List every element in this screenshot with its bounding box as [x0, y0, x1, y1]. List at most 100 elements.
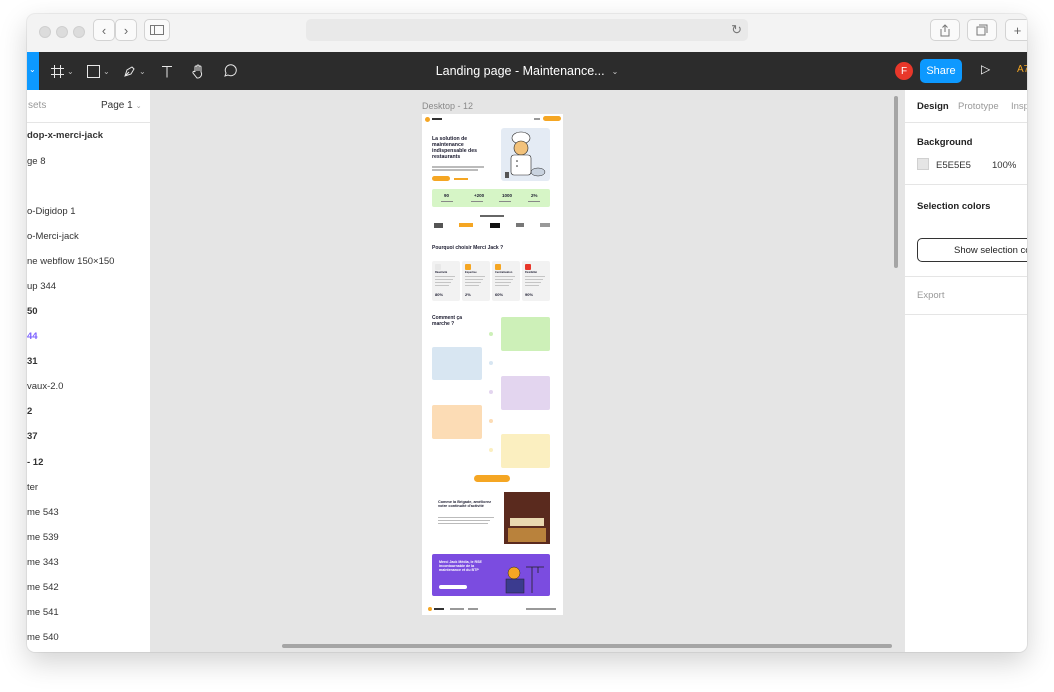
step-dot	[489, 332, 493, 336]
layer-item[interactable]: me 541	[27, 607, 59, 618]
layer-item[interactable]: me 542	[27, 582, 59, 593]
layer-item[interactable]: me 540	[27, 632, 59, 643]
feature-icon	[465, 264, 471, 270]
tabs-icon	[976, 24, 988, 36]
desktop-frame[interactable]: La solution de maintenance indispensable…	[422, 114, 563, 615]
selection-colors-title: Selection colors	[917, 201, 991, 212]
stat-label-line	[441, 201, 453, 203]
forward-button[interactable]: ›	[115, 19, 137, 41]
layer-item[interactable]: up 344	[27, 281, 56, 292]
layer-item[interactable]: 31	[27, 356, 38, 367]
layer-item[interactable]: me 543	[27, 507, 59, 518]
feature-card-title: Réactivité	[435, 271, 448, 274]
show-selection-colors-button[interactable]: Show selection co	[917, 238, 1027, 262]
layer-item[interactable]: ter	[27, 482, 38, 493]
feature-card-value: 80%	[435, 292, 444, 297]
frame-label[interactable]: Desktop - 12	[422, 101, 473, 111]
layer-item[interactable]: o-Merci-jack	[27, 231, 79, 242]
feature-card: Flexibilité 90%	[522, 261, 550, 301]
share-icon	[940, 23, 950, 36]
step-dot	[489, 361, 493, 365]
layer-item[interactable]: - 12	[27, 457, 43, 468]
chef-illustration	[505, 131, 546, 178]
comment-icon	[224, 64, 237, 77]
zoom-indicator[interactable]: A7	[1017, 64, 1027, 75]
layer-item[interactable]: me 539	[27, 532, 59, 543]
layer-item[interactable]: ne webflow 150×150	[27, 256, 114, 267]
layer-item[interactable]: ge 8	[27, 156, 46, 167]
minimize-window-button[interactable]	[56, 26, 68, 38]
hand-tool[interactable]	[191, 61, 205, 81]
vertical-scrollbar[interactable]	[894, 96, 898, 268]
tab-design[interactable]: Design	[917, 101, 949, 112]
tab-prototype[interactable]: Prototype	[958, 101, 999, 112]
present-button[interactable]: ▷	[981, 62, 990, 76]
horizontal-scrollbar[interactable]	[282, 644, 892, 648]
new-tab-button[interactable]: +	[1005, 19, 1027, 41]
step-card	[432, 405, 482, 439]
feature-text-line	[465, 279, 483, 280]
layer-item[interactable]: 50	[27, 306, 38, 317]
footer-logo	[428, 607, 432, 611]
hero-subtitle-line	[432, 169, 478, 171]
background-opacity-input[interactable]: 100%	[992, 160, 1016, 171]
main-menu-button[interactable]: ⌄	[27, 52, 39, 90]
step-card	[501, 434, 550, 468]
reload-icon[interactable]: ↻	[731, 22, 742, 38]
feature-card-value: 90%	[525, 292, 534, 297]
hero-cta-button	[432, 176, 450, 181]
layer-item[interactable]: 44	[27, 331, 38, 342]
document-title[interactable]: Landing page - Maintenance... ⌄	[387, 52, 667, 90]
layer-item[interactable]: vaux-2.0	[27, 381, 63, 392]
feature-text-line	[495, 276, 515, 277]
tab-inspect[interactable]: Insp	[1011, 101, 1027, 112]
footer-link	[450, 608, 464, 610]
stat-label-line	[499, 201, 511, 203]
comment-tool[interactable]	[223, 61, 237, 81]
properties-panel: Design Prototype Insp Background E5E5E5 …	[904, 90, 1027, 652]
feature-card-title: Flexibilité	[525, 271, 537, 274]
user-avatar[interactable]: F	[895, 62, 913, 80]
layer-item[interactable]: 2	[27, 406, 32, 417]
frame-tool[interactable]: ⌄	[51, 61, 74, 81]
hero-subtitle-line	[432, 166, 484, 168]
layer-item[interactable]: 37	[27, 431, 38, 442]
partner-logo	[515, 223, 524, 227]
layer-item[interactable]: o-Digidop 1	[27, 206, 76, 217]
assets-tab[interactable]: sets	[28, 100, 46, 111]
tabs-overview-button[interactable]	[967, 19, 997, 41]
footer-link	[468, 608, 478, 610]
restaurant-window	[508, 528, 546, 542]
design-canvas[interactable]: Desktop - 12 La solution de maintenance …	[151, 90, 903, 652]
layer-item[interactable]: me 343	[27, 557, 59, 568]
layer-item[interactable]: dop-x-merci-jack	[27, 130, 103, 141]
sidebar-toggle-button[interactable]	[144, 19, 170, 41]
background-color-swatch[interactable]	[917, 158, 929, 170]
page-selector[interactable]: Page 1 ⌄	[101, 100, 142, 111]
zoom-window-button[interactable]	[73, 26, 85, 38]
export-section-title[interactable]: Export	[917, 290, 944, 301]
feature-icon	[495, 264, 501, 270]
back-button[interactable]: ‹	[93, 19, 115, 41]
brigade-title: Comme la Brigade, améliorez votre contin…	[438, 500, 491, 509]
share-page-button[interactable]	[930, 19, 960, 41]
stat-value: +200	[474, 193, 485, 198]
site-cta-button	[543, 116, 561, 121]
background-hex-input[interactable]: E5E5E5	[936, 160, 971, 171]
feature-text-line	[465, 276, 485, 277]
address-bar[interactable]: ↻	[306, 19, 748, 41]
show-selection-colors-label: Show selection co	[954, 244, 1027, 256]
worker-illustration	[505, 566, 544, 594]
share-button[interactable]: Share	[920, 59, 962, 83]
shape-tool[interactable]: ⌄	[87, 61, 110, 81]
feature-icon	[525, 264, 531, 270]
pen-tool[interactable]: ⌄	[123, 61, 146, 81]
feature-card: Expertise 2%	[462, 261, 490, 301]
text-tool[interactable]	[161, 61, 173, 81]
partner-logo	[540, 223, 550, 227]
step-dot	[489, 419, 493, 423]
feature-card-title: Expertise	[465, 271, 477, 274]
cta-title: Merci Jack Média, le RSE incontournable …	[439, 560, 482, 573]
feature-card: Réactivité 80%	[432, 261, 460, 301]
close-window-button[interactable]	[39, 26, 51, 38]
